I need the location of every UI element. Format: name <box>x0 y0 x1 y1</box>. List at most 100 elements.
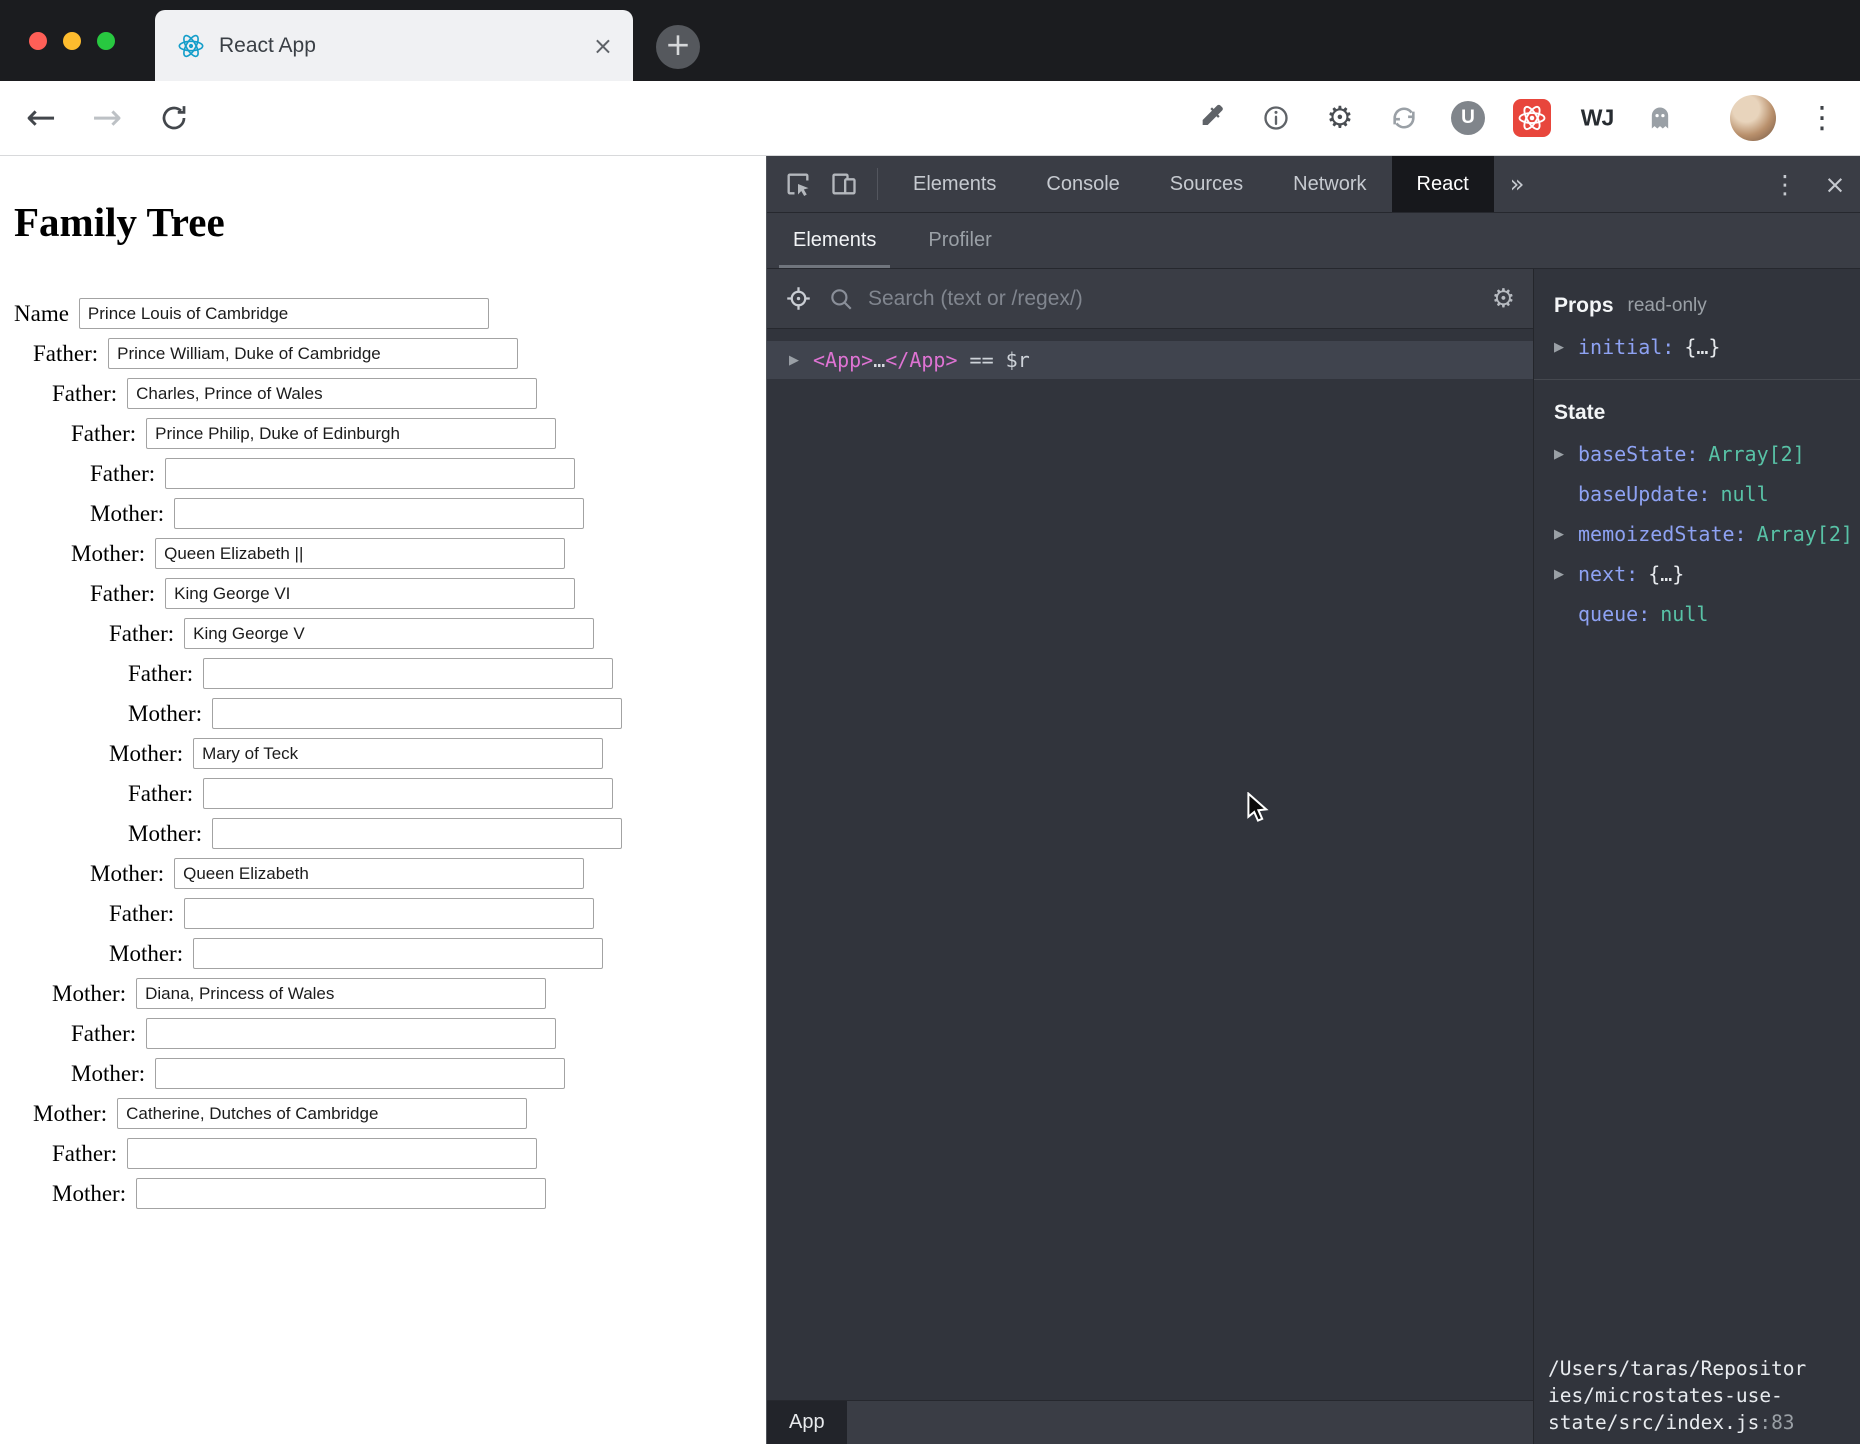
person-input[interactable] <box>146 418 556 449</box>
ghost-extension-icon[interactable] <box>1646 104 1674 132</box>
tree-row-app[interactable]: ▶ <App>…</App> == $r <box>767 341 1533 379</box>
inspect-element-icon[interactable] <box>775 156 821 212</box>
person-input[interactable] <box>79 298 489 329</box>
person-label: Mother: <box>33 1101 107 1127</box>
eyedropper-extension-icon[interactable] <box>1198 104 1226 132</box>
person-input[interactable] <box>117 1098 527 1129</box>
person-row: Mother: <box>128 698 766 729</box>
person-label: Father: <box>90 461 155 487</box>
devtools-tab-elements[interactable]: Elements <box>888 156 1021 212</box>
traffic-light-close[interactable] <box>29 32 47 50</box>
expand-arrow-icon[interactable]: ▶ <box>1554 567 1578 582</box>
source-path[interactable]: /Users/taras/Repositories/microstates-us… <box>1548 1355 1812 1436</box>
component-search-bar: ⚙ <box>767 269 1533 329</box>
person-label: Mother: <box>109 741 183 767</box>
devtools-panel: Elements Console Sources Network React »… <box>766 156 1860 1444</box>
react-favicon-icon <box>177 32 205 60</box>
more-tabs-icon[interactable]: » <box>1494 156 1541 212</box>
browser-tab[interactable]: React App × <box>155 10 633 81</box>
person-input[interactable] <box>212 818 622 849</box>
person-input[interactable] <box>136 978 546 1009</box>
person-row: Mother: <box>109 938 766 969</box>
person-label: Mother: <box>71 541 145 567</box>
person-input[interactable] <box>155 1058 565 1089</box>
breadcrumb-bar: App <box>767 1400 1533 1444</box>
person-input[interactable] <box>203 658 613 689</box>
react-tab-elements[interactable]: Elements <box>767 213 902 268</box>
person-input[interactable] <box>174 858 584 889</box>
person-input[interactable] <box>127 378 537 409</box>
person-row: Mother: <box>71 538 766 569</box>
react-devtools-extension-icon[interactable] <box>1513 99 1551 137</box>
person-input[interactable] <box>146 1018 556 1049</box>
person-row: Name <box>14 298 766 329</box>
expand-arrow-icon[interactable]: ▶ <box>1554 340 1578 355</box>
back-button[interactable]: ← <box>26 98 56 139</box>
new-tab-button[interactable]: + <box>656 25 700 69</box>
person-input[interactable] <box>203 778 613 809</box>
person-row: Father: <box>52 1138 766 1169</box>
person-row: Father: <box>109 898 766 929</box>
person-input[interactable] <box>165 578 575 609</box>
expand-arrow-icon[interactable]: ▶ <box>1554 447 1578 462</box>
prop-row-initial: ▶ initial: {…} <box>1534 327 1860 367</box>
expand-arrow-icon[interactable]: ▶ <box>1554 527 1578 542</box>
component-details-sidebar: Props read-only ▶ initial: {…} State ▶ b… <box>1534 269 1860 1444</box>
person-input[interactable] <box>193 938 603 969</box>
info-extension-icon[interactable] <box>1262 104 1290 132</box>
tabbar-spacer <box>1540 156 1760 212</box>
person-row: Mother: <box>52 978 766 1009</box>
toolbar-divider <box>877 168 878 200</box>
tab-close-icon[interactable]: × <box>593 32 613 60</box>
person-input[interactable] <box>127 1138 537 1169</box>
person-label: Mother: <box>90 861 164 887</box>
person-label: Father: <box>71 1021 136 1047</box>
person-input[interactable] <box>108 338 518 369</box>
browser-menu-icon[interactable]: ⋮ <box>1807 101 1837 136</box>
settings-gear-icon[interactable]: ⚙ <box>1492 284 1515 314</box>
person-label: Father: <box>71 421 136 447</box>
window-titlebar: React App × + <box>0 0 1860 81</box>
breadcrumb-app[interactable]: App <box>767 1401 847 1444</box>
state-header: State <box>1534 392 1860 434</box>
devtools-menu-icon[interactable]: ⋮ <box>1760 156 1810 212</box>
person-row: Father: <box>128 778 766 809</box>
devtools-close-icon[interactable]: × <box>1810 156 1860 212</box>
component-search-input[interactable] <box>868 287 1492 311</box>
react-tab-profiler[interactable]: Profiler <box>902 213 1017 268</box>
reload-button[interactable] <box>158 102 190 134</box>
person-input[interactable] <box>212 698 622 729</box>
state-row-next: ▶ next: {…} <box>1534 554 1860 594</box>
expand-arrow-icon[interactable]: ▶ <box>789 353 813 368</box>
person-input[interactable] <box>155 538 565 569</box>
person-input[interactable] <box>184 898 594 929</box>
person-input[interactable] <box>136 1178 546 1209</box>
person-label: Mother: <box>128 701 202 727</box>
person-label: Father: <box>109 621 174 647</box>
profile-avatar[interactable] <box>1730 95 1776 141</box>
devtools-tab-sources[interactable]: Sources <box>1145 156 1268 212</box>
person-row: Mother: <box>52 1178 766 1209</box>
person-input[interactable] <box>193 738 603 769</box>
person-input[interactable] <box>174 498 584 529</box>
wj-extension-icon[interactable]: WJ <box>1581 105 1614 132</box>
forward-button[interactable]: → <box>92 98 122 139</box>
devtools-tab-console[interactable]: Console <box>1021 156 1144 212</box>
traffic-light-minimize[interactable] <box>63 32 81 50</box>
traffic-light-zoom[interactable] <box>97 32 115 50</box>
devtools-tab-react[interactable]: React <box>1392 156 1494 212</box>
devtools-tab-network[interactable]: Network <box>1268 156 1391 212</box>
gear-extension-icon[interactable]: ⚙ <box>1327 101 1354 136</box>
u-extension-icon[interactable]: U <box>1451 101 1485 135</box>
select-component-icon[interactable] <box>785 285 812 312</box>
person-label: Father: <box>33 341 98 367</box>
device-toolbar-icon[interactable] <box>821 156 867 212</box>
person-input[interactable] <box>184 618 594 649</box>
person-row: Father: <box>128 658 766 689</box>
refresh-extension-icon[interactable] <box>1390 104 1418 132</box>
person-label: Father: <box>52 1141 117 1167</box>
sidebar-divider <box>1534 379 1860 380</box>
person-input[interactable] <box>165 458 575 489</box>
person-label: Name <box>14 301 69 327</box>
person-row: Mother: <box>33 1098 766 1129</box>
